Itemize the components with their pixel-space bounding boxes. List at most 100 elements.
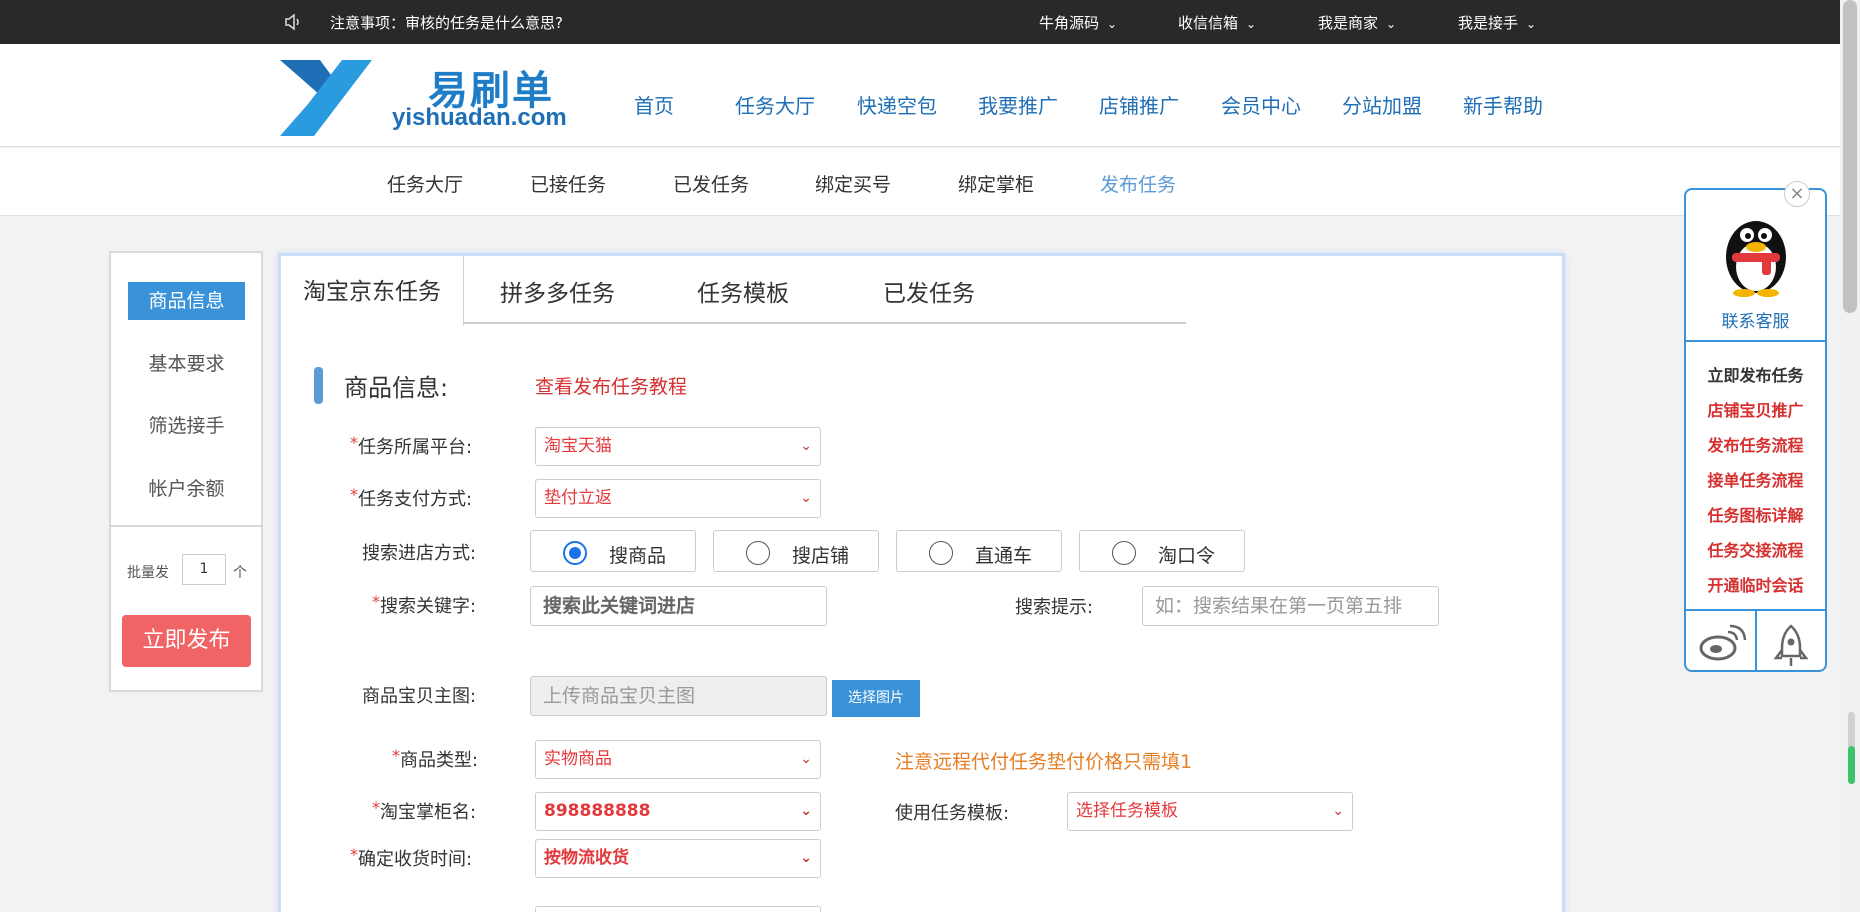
platform-select[interactable]: 淘宝天猫 ⌄ [535, 427, 821, 466]
product-type-value: 实物商品 [544, 749, 612, 769]
search-option-through-train[interactable]: 直通车 [896, 530, 1062, 572]
product-type-select[interactable]: 实物商品 ⌄ [535, 740, 821, 779]
sidebar-item-account-balance[interactable]: 帐户余额 [128, 470, 245, 508]
scrollbar-thumb[interactable] [1843, 0, 1857, 313]
radio-unchecked-icon[interactable] [929, 541, 953, 565]
main-image-input[interactable]: 上传商品宝贝主图 [530, 676, 827, 716]
contact-service-link[interactable]: 联系客服 [1686, 307, 1825, 332]
logo-mark-icon[interactable] [280, 60, 372, 136]
tab-taobao-jd[interactable]: 淘宝京东任务 [281, 256, 464, 326]
topbar-menu-worker[interactable]: 我是接手 ⌄ [1458, 12, 1536, 33]
sub-nav-published[interactable]: 已发任务 [673, 170, 749, 197]
search-option-product[interactable]: 搜商品 [530, 530, 696, 572]
platform-value: 淘宝天猫 [544, 436, 612, 456]
sidebar-item-filter-worker[interactable]: 筛选接手 [128, 407, 245, 445]
radio-unchecked-icon[interactable] [746, 541, 770, 565]
payment-value: 垫付立返 [544, 488, 612, 508]
notice-text[interactable]: 注意事项：审核的任务是什么意思? [330, 12, 563, 33]
chevron-down-icon: ⌄ [800, 490, 812, 506]
top-notice-bar: 注意事项：审核的任务是什么意思? 牛角源码 ⌄ 收信信箱 ⌄ 我是商家 ⌄ 我是接手 ⌄ [0, 0, 1860, 44]
left-sidebar: 商品信息 基本要求 筛选接手 帐户余额 批量发 1 个 立即发布 [109, 251, 263, 692]
tutorial-link[interactable]: 查看发布任务教程 [535, 372, 687, 399]
chevron-down-icon: ⌄ [1332, 803, 1344, 819]
receive-time-label-text: 确定收货时间: [358, 849, 473, 870]
required-mark: * [350, 433, 358, 452]
widget-link-accept-flow[interactable]: 接单任务流程 [1686, 467, 1825, 491]
radio-unchecked-icon[interactable] [1112, 541, 1136, 565]
search-option-label: 搜商品 [609, 545, 667, 567]
required-mark: * [372, 798, 380, 817]
topbar-menu-label: 牛角源码 [1039, 14, 1100, 32]
topbar-menu-label: 我是商家 [1318, 14, 1379, 32]
logo-english-text[interactable]: yishuadan.com [392, 104, 567, 132]
search-hint-input[interactable]: 如：搜索结果在第一页第五排 [1142, 586, 1439, 626]
platform-label-text: 任务所属平台: [358, 437, 473, 458]
product-type-label: *商品类型: [392, 746, 478, 772]
sub-nav-task-hall[interactable]: 任务大厅 [387, 170, 463, 197]
choose-image-button[interactable]: 选择图片 [832, 680, 920, 717]
batch-quantity-input[interactable]: 1 [182, 554, 226, 585]
tab-task-template[interactable]: 任务模板 [697, 274, 789, 308]
search-option-label: 直通车 [975, 545, 1033, 567]
publish-now-button[interactable]: 立即发布 [122, 615, 251, 667]
chevron-down-icon: ⌄ [800, 751, 812, 767]
section-accent-bar [314, 367, 323, 404]
rocket-top-icon[interactable] [1757, 618, 1826, 670]
chevron-down-icon: ⌄ [800, 850, 812, 866]
sub-nav-publish-task[interactable]: 发布任务 [1100, 170, 1176, 197]
shopkeeper-value: 898888888 [544, 801, 651, 821]
sidebar-item-basic-requirements[interactable]: 基本要求 [128, 345, 245, 383]
sidebar-divider [111, 525, 261, 527]
widget-link-handover-flow[interactable]: 任务交接流程 [1686, 537, 1825, 561]
receive-time-select[interactable]: 按物流收货 ⌄ [535, 839, 821, 878]
main-nav-franchise[interactable]: 分站加盟 [1342, 90, 1422, 119]
topbar-menu-inbox[interactable]: 收信信箱 ⌄ [1178, 12, 1256, 33]
widget-link-temp-chat[interactable]: 开通临时会话 [1686, 572, 1825, 596]
search-option-label: 淘口令 [1158, 545, 1216, 567]
radio-checked-icon[interactable] [563, 541, 587, 565]
product-type-label-text: 商品类型: [400, 750, 479, 771]
required-mark: * [372, 592, 380, 611]
tab-published-tasks[interactable]: 已发任务 [883, 274, 975, 308]
main-nav-member[interactable]: 会员中心 [1221, 90, 1301, 119]
keyword-input[interactable]: 搜索此关键词进店 [530, 586, 827, 626]
task-tabs: 淘宝京东任务 拼多多任务 任务模板 已发任务 [281, 256, 1186, 326]
chevron-down-icon: ⌄ [1526, 17, 1537, 31]
mini-scroll-indicator [1848, 746, 1855, 784]
tab-pinduoduo[interactable]: 拼多多任务 [500, 274, 615, 308]
widget-link-shop-promo[interactable]: 店铺宝贝推广 [1686, 397, 1825, 421]
widget-divider [1686, 340, 1825, 342]
search-option-shop[interactable]: 搜店铺 [713, 530, 879, 572]
template-select[interactable]: 选择任务模板 ⌄ [1067, 792, 1353, 831]
sidebar-item-product-info[interactable]: 商品信息 [128, 282, 245, 320]
shopkeeper-select[interactable]: 898888888 ⌄ [535, 792, 821, 831]
topbar-menu-merchant[interactable]: 我是商家 ⌄ [1318, 12, 1396, 33]
main-nav-help[interactable]: 新手帮助 [1463, 90, 1543, 119]
main-nav-task-hall[interactable]: 任务大厅 [735, 90, 815, 119]
sub-nav-bind-buyer[interactable]: 绑定买号 [815, 170, 891, 197]
topbar-menu-label: 收信信箱 [1178, 14, 1239, 32]
main-nav-home[interactable]: 首页 [634, 90, 674, 119]
topbar-menu-source[interactable]: 牛角源码 ⌄ [1039, 12, 1117, 33]
weibo-icon[interactable] [1686, 618, 1755, 670]
topbar-menu-label: 我是接手 [1458, 14, 1519, 32]
main-nav-shop-promo[interactable]: 店铺推广 [1099, 90, 1179, 119]
widget-close-icon[interactable]: × [1784, 181, 1810, 207]
chevron-down-icon: ⌄ [800, 438, 812, 454]
search-method-label: 搜索进店方式: [362, 543, 477, 564]
widget-link-publish[interactable]: 立即发布任务 [1686, 362, 1825, 386]
search-hint-label: 搜索提示: [1015, 597, 1094, 618]
sub-nav-accepted[interactable]: 已接任务 [530, 170, 606, 197]
next-row-select[interactable] [535, 906, 821, 912]
qq-penguin-icon[interactable] [1718, 205, 1794, 297]
widget-link-publish-flow[interactable]: 发布任务流程 [1686, 432, 1825, 456]
keyword-label-text: 搜索关键字: [380, 596, 477, 617]
main-nav-express[interactable]: 快递空包 [857, 90, 937, 119]
sub-nav-bind-shopkeeper[interactable]: 绑定掌柜 [958, 170, 1034, 197]
payment-select[interactable]: 垫付立返 ⌄ [535, 479, 821, 518]
widget-link-icon-guide[interactable]: 任务图标详解 [1686, 502, 1825, 526]
platform-label: *任务所属平台: [350, 433, 472, 459]
product-type-warning: 注意远程代付任务垫付价格只需填1 [895, 751, 1193, 773]
main-nav-promote[interactable]: 我要推广 [978, 90, 1058, 119]
search-option-taokouling[interactable]: 淘口令 [1079, 530, 1245, 572]
